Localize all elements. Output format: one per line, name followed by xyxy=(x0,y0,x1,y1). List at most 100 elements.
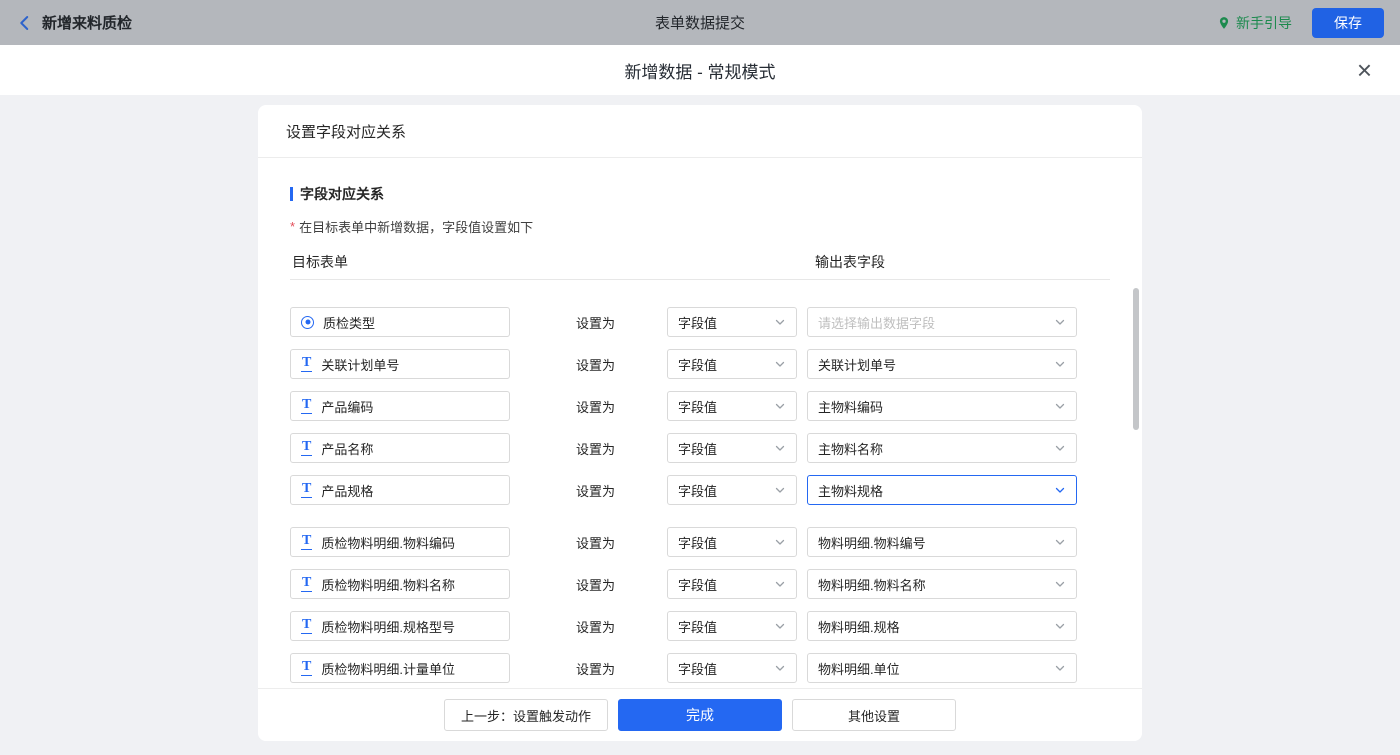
chevron-down-icon xyxy=(1054,578,1066,590)
target-field-label: 质检物料明细.物料编码 xyxy=(321,533,455,552)
chevron-down-icon xyxy=(1054,536,1066,548)
mode-select[interactable]: 字段值 xyxy=(667,611,797,641)
output-select[interactable]: 主物料编码 xyxy=(807,391,1077,421)
text-field-icon: T xyxy=(301,534,312,550)
mapping-row: T 关联计划单号 设置为 字段值 关联计划单号 xyxy=(290,349,1110,379)
output-select[interactable]: 物料明细.单位 xyxy=(807,653,1077,683)
text-field-icon: T xyxy=(301,440,312,456)
target-field-box: T 产品名称 xyxy=(290,433,510,463)
topbar-left: 新增来料质检 xyxy=(16,12,132,33)
mode-select[interactable]: 字段值 xyxy=(667,653,797,683)
chevron-down-icon xyxy=(1054,484,1066,496)
scrollbar-thumb[interactable] xyxy=(1133,288,1139,430)
set-as-label: 设置为 xyxy=(576,397,618,416)
target-field-label: 质检类型 xyxy=(323,313,375,332)
mode-select[interactable]: 字段值 xyxy=(667,527,797,557)
target-field-box: T 产品规格 xyxy=(290,475,510,505)
scrollbar-track[interactable] xyxy=(1131,160,1139,686)
column-header-output: 输出表字段 xyxy=(815,252,885,272)
guide-label: 新手引导 xyxy=(1236,13,1292,33)
content-area: 设置字段对应关系 字段对应关系 * 在目标表单中新增数据，字段值设置如下 目标表… xyxy=(0,95,1400,755)
mode-select-value: 字段值 xyxy=(678,355,717,374)
mode-select-value: 字段值 xyxy=(678,439,717,458)
save-button[interactable]: 保存 xyxy=(1312,8,1384,38)
text-field-icon: T xyxy=(301,618,312,634)
mapping-row: T 质检类型 设置为 字段值 请选择输出数据字段 xyxy=(290,307,1110,337)
close-icon[interactable]: × xyxy=(1357,57,1372,83)
card-footer: 上一步：设置触发动作 完成 其他设置 xyxy=(258,688,1142,741)
target-field-label: 关联计划单号 xyxy=(321,355,399,374)
output-select[interactable]: 主物料名称 xyxy=(807,433,1077,463)
output-select[interactable]: 关联计划单号 xyxy=(807,349,1077,379)
beginner-guide-link[interactable]: 新手引导 xyxy=(1217,13,1292,33)
set-as-label: 设置为 xyxy=(576,533,618,552)
mode-select-value: 字段值 xyxy=(678,659,717,678)
guide-pin-icon xyxy=(1217,16,1231,30)
back-button[interactable] xyxy=(16,14,34,32)
mapping-row: T 产品规格 设置为 字段值 主物料规格 xyxy=(290,475,1110,505)
text-field-icon: T xyxy=(301,398,312,414)
output-select-value: 物料明细.单位 xyxy=(818,659,900,678)
header-divider xyxy=(290,279,1110,280)
target-field-box: T 质检物料明细.物料名称 xyxy=(290,569,510,599)
output-select[interactable]: 物料明细.物料名称 xyxy=(807,569,1077,599)
text-field-icon: T xyxy=(301,576,312,592)
set-as-label: 设置为 xyxy=(576,439,618,458)
prev-step-button[interactable]: 上一步：设置触发动作 xyxy=(444,699,608,731)
column-header-target: 目标表单 xyxy=(292,252,348,272)
target-field-label: 产品编码 xyxy=(321,397,373,416)
topbar-title: 表单数据提交 xyxy=(655,12,745,33)
set-as-label: 设置为 xyxy=(576,659,618,678)
set-as-label: 设置为 xyxy=(576,575,618,594)
mode-select[interactable]: 字段值 xyxy=(667,433,797,463)
mapping-row: T 产品编码 设置为 字段值 主物料编码 xyxy=(290,391,1110,421)
description-text: 在目标表单中新增数据，字段值设置如下 xyxy=(299,217,533,236)
target-field-label: 质检物料明细.物料名称 xyxy=(321,575,455,594)
workflow-title: 新增来料质检 xyxy=(42,12,132,33)
topbar: 新增来料质检 表单数据提交 新手引导 保存 xyxy=(0,0,1400,45)
mode-select-value: 字段值 xyxy=(678,481,717,500)
text-field-icon: T xyxy=(301,482,312,498)
output-select[interactable]: 物料明细.规格 xyxy=(807,611,1077,641)
mode-select[interactable]: 字段值 xyxy=(667,349,797,379)
other-settings-button[interactable]: 其他设置 xyxy=(792,699,956,731)
chevron-down-icon xyxy=(1054,358,1066,370)
output-select-value: 主物料编码 xyxy=(818,397,883,416)
column-headers: 目标表单 输出表字段 xyxy=(290,252,1110,270)
mode-select-value: 字段值 xyxy=(678,575,717,594)
mapping-row: T 产品名称 设置为 字段值 主物料名称 xyxy=(290,433,1110,463)
card-header: 设置字段对应关系 xyxy=(258,105,1142,158)
output-select-value: 主物料名称 xyxy=(818,439,883,458)
target-field-label: 质检物料明细.规格型号 xyxy=(321,617,455,636)
output-select[interactable]: 请选择输出数据字段 xyxy=(807,307,1077,337)
chevron-down-icon xyxy=(774,578,786,590)
target-field-box: T 质检物料明细.计量单位 xyxy=(290,653,510,683)
chevron-down-icon xyxy=(1054,662,1066,674)
output-select-value: 物料明细.物料编号 xyxy=(818,533,926,552)
mode-select[interactable]: 字段值 xyxy=(667,307,797,337)
mode-select[interactable]: 字段值 xyxy=(667,569,797,599)
chevron-down-icon xyxy=(774,620,786,632)
set-as-label: 设置为 xyxy=(576,355,618,374)
card-body: 字段对应关系 * 在目标表单中新增数据，字段值设置如下 目标表单 输出表字段 T xyxy=(258,158,1142,688)
mode-select-value: 字段值 xyxy=(678,313,717,332)
section-description: * 在目标表单中新增数据，字段值设置如下 xyxy=(290,217,1110,236)
target-field-box: T 质检物料明细.规格型号 xyxy=(290,611,510,641)
output-select[interactable]: 主物料规格 xyxy=(807,475,1077,505)
mode-select[interactable]: 字段值 xyxy=(667,475,797,505)
output-select-value: 主物料规格 xyxy=(818,481,883,500)
mode-select-value: 字段值 xyxy=(678,533,717,552)
done-button[interactable]: 完成 xyxy=(618,699,782,731)
target-field-box: T 产品编码 xyxy=(290,391,510,421)
chevron-down-icon xyxy=(774,536,786,548)
output-select[interactable]: 物料明细.物料编号 xyxy=(807,527,1077,557)
target-field-box: T 关联计划单号 xyxy=(290,349,510,379)
section-title-label: 字段对应关系 xyxy=(300,184,384,204)
topbar-right: 新手引导 保存 xyxy=(1217,8,1384,38)
target-field-label: 质检物料明细.计量单位 xyxy=(321,659,455,678)
mode-select[interactable]: 字段值 xyxy=(667,391,797,421)
section-title: 字段对应关系 xyxy=(290,184,1110,204)
target-field-box: T 质检类型 xyxy=(290,307,510,337)
set-as-label: 设置为 xyxy=(576,481,618,500)
chevron-down-icon xyxy=(1054,400,1066,412)
